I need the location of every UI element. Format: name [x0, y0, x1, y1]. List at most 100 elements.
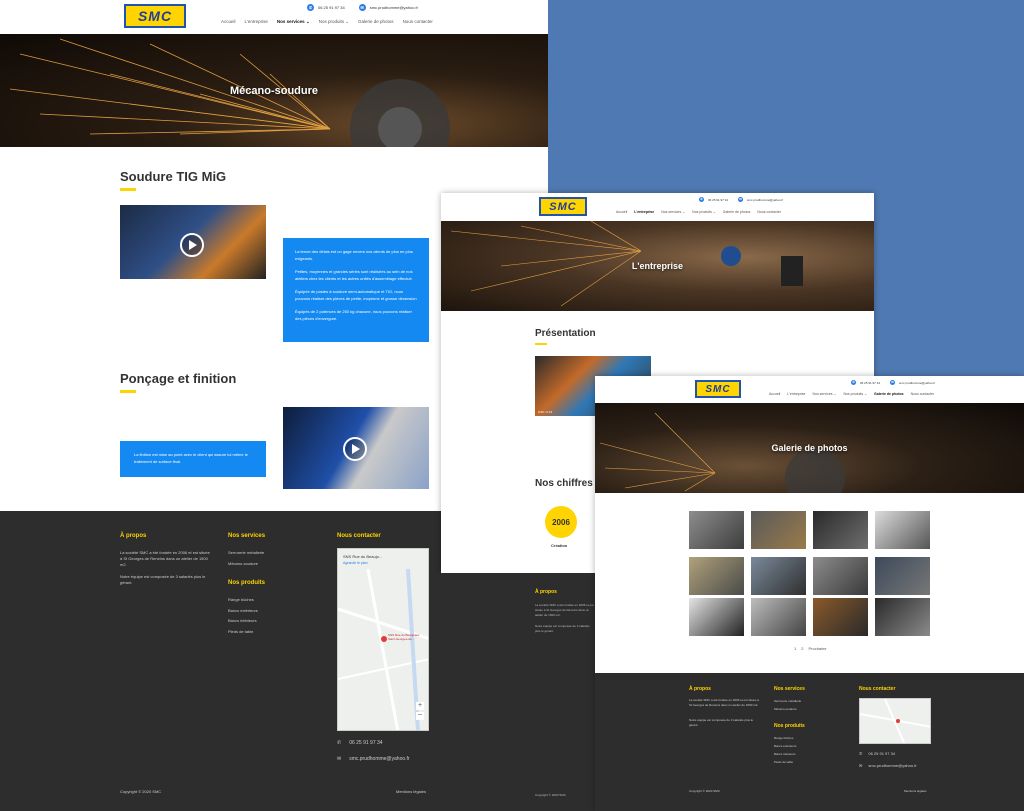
map-zoom-out[interactable]: –: [416, 711, 424, 720]
footer-map[interactable]: SNS Rue du Beaujo... Agrandir le plan SN…: [337, 548, 429, 731]
nav-products[interactable]: Nos produits ⌄: [319, 19, 349, 25]
site-logo[interactable]: SMC: [695, 380, 741, 398]
nav-gallery[interactable]: Galerie de photos: [874, 392, 904, 396]
footer-product-item[interactable]: Bancs intérieurs: [774, 752, 796, 756]
footer-product-item[interactable]: Pieds de table: [228, 629, 253, 634]
header-email[interactable]: smc.prudhomme@yahoo.fr: [370, 5, 418, 10]
footer-service-item[interactable]: Serrurerie métallerie: [228, 550, 264, 555]
footer-legal-link[interactable]: Mentions légales: [396, 789, 426, 794]
gallery-photo[interactable]: [813, 557, 868, 595]
nav-company[interactable]: L'entreprise: [787, 392, 805, 396]
nav-company[interactable]: L'entreprise: [634, 210, 654, 214]
title-underline: [120, 188, 136, 191]
nav-products[interactable]: Nos produits ⌄: [843, 392, 867, 396]
nav-home[interactable]: Accueil: [769, 392, 780, 396]
video-welding[interactable]: [120, 205, 266, 279]
mail-icon: ✉: [890, 380, 896, 385]
site-footer: À propos La société SMC a été fondée en …: [595, 673, 1024, 811]
gallery-photo[interactable]: [751, 511, 806, 549]
header-phone[interactable]: 06 25 91 97 34: [318, 5, 345, 10]
page-galerie: SMC ✆ 06 25 91 97 34 ✉ smc.prudhomme@yahoo…: [595, 376, 1024, 811]
footer-copyright: Copyright © 2020 SMC: [535, 793, 566, 797]
figure-value: 2006: [552, 517, 570, 527]
footer-team-text: Notre équipe est composée de 3 salariés …: [689, 718, 754, 727]
gallery-photo[interactable]: [875, 557, 930, 595]
site-logo[interactable]: SMC: [124, 4, 186, 28]
next-page-link[interactable]: Prochaine: [808, 646, 826, 651]
section-title-presentation: Présentation: [535, 328, 596, 339]
nav-home[interactable]: Accueil: [616, 210, 627, 214]
footer-product-item[interactable]: Bancs extérieurs: [228, 608, 258, 613]
footer-product-item[interactable]: Pieds de table: [774, 760, 793, 764]
nav-company[interactable]: L'entreprise: [245, 19, 268, 25]
footer-product-item[interactable]: Bancs intérieurs: [228, 618, 257, 623]
chevron-down-icon: ⌄: [305, 19, 310, 24]
footer-service-item[interactable]: Serrurerie métallerie: [774, 699, 801, 703]
main-nav: Accueil L'entreprise Nos services ⌄ Nos …: [769, 392, 934, 396]
gallery-photo[interactable]: [875, 598, 930, 636]
play-icon[interactable]: [180, 233, 204, 257]
nav-products[interactable]: Nos produits ⌄: [692, 210, 716, 214]
nav-gallery[interactable]: Galerie de photos: [358, 19, 394, 25]
nav-contact[interactable]: Nous contacter: [911, 392, 935, 396]
video-time: 0:00 / 0:13: [538, 410, 553, 414]
nav-services[interactable]: Nos services ⌄: [661, 210, 685, 214]
footer-product-item[interactable]: Range bûches: [774, 736, 793, 740]
gallery-photo[interactable]: [751, 557, 806, 595]
gallery-photo[interactable]: [689, 557, 744, 595]
gallery-photo[interactable]: [689, 511, 744, 549]
hero-title: Mécano-soudure: [229, 84, 318, 97]
logo-text: SMC: [137, 8, 173, 24]
footer-service-item[interactable]: Mécano-soudure: [774, 707, 797, 711]
footer-email[interactable]: ✉ smc.prudhomme@yahoo.fr: [337, 756, 410, 762]
footer-product-item[interactable]: Range bûches: [228, 597, 254, 602]
footer-phone[interactable]: ✆ 06 25 91 97 34: [337, 740, 383, 746]
section-title-finishing: Ponçage et finition: [120, 371, 237, 386]
footer-email[interactable]: ✉ smc.prudhomme@yahoo.fr: [859, 763, 917, 768]
footer-about-title: À propos: [535, 589, 557, 595]
map-enlarge-link[interactable]: Agrandir le plan: [343, 561, 368, 565]
gallery-photo[interactable]: [751, 598, 806, 636]
nav-contact[interactable]: Nous contacter: [403, 19, 433, 25]
page-link[interactable]: 2: [801, 646, 803, 651]
gallery-photo[interactable]: [813, 598, 868, 636]
footer-about-text: La société SMC a été fondée en 2006 et e…: [535, 603, 594, 617]
figure-circle: 2006: [545, 506, 577, 538]
footer-product-item[interactable]: Bancs extérieurs: [774, 744, 796, 748]
footer-legal-link[interactable]: Mentions légales: [904, 789, 927, 793]
phone-icon: ✆: [337, 740, 342, 746]
page-link[interactable]: 1: [794, 646, 796, 651]
nav-home[interactable]: Accueil: [221, 19, 236, 25]
nav-services[interactable]: Nos services ⌄: [277, 19, 310, 25]
mail-icon: ✉: [358, 4, 366, 11]
footer-map[interactable]: [859, 698, 931, 744]
header-contact: ✆ 06 25 91 97 34 ✉ smc.prudhomme@yahoo.fr: [699, 197, 784, 202]
section-title-welding: Soudure TIG MiG: [120, 169, 227, 184]
footer-contact-title: Nous contacter: [337, 533, 381, 539]
footer-about-text: La société SMC a été fondée en 2006 et e…: [689, 698, 759, 707]
finishing-description: La finition est mise au point avec le cl…: [120, 441, 266, 477]
site-logo[interactable]: SMC: [539, 197, 587, 216]
nav-services[interactable]: Nos services ⌄: [812, 392, 836, 396]
footer-service-item[interactable]: Mécano-soudure: [228, 561, 258, 566]
site-header: SMC ✆ 06 25 91 97 34 ✉ smc.prudhomme@yahoo…: [595, 376, 1024, 403]
map-zoom-in[interactable]: +: [416, 702, 424, 710]
hero-banner: L'entreprise: [441, 221, 874, 311]
nav-gallery[interactable]: Galerie de photos: [723, 210, 751, 214]
hero-banner: Galerie de photos: [595, 403, 1024, 493]
gallery-photo[interactable]: [813, 511, 868, 549]
gallery-photo[interactable]: [875, 511, 930, 549]
gallery-photo[interactable]: [689, 598, 744, 636]
mail-icon: ✉: [337, 756, 342, 762]
site-header: SMC ✆ 06 25 91 97 34 ✉ smc.prudhomme@yahoo…: [441, 193, 874, 221]
footer-copyright: Copyright © 2020 SMC: [689, 789, 720, 793]
chevron-down-icon: ⌄: [833, 392, 837, 396]
video-finishing[interactable]: [283, 407, 429, 489]
footer-services-title: Nos services: [228, 533, 266, 539]
mail-icon: ✉: [738, 197, 744, 202]
footer-about-title: À propos: [120, 533, 147, 539]
play-icon[interactable]: [343, 437, 367, 461]
title-underline: [120, 390, 136, 393]
footer-phone[interactable]: ✆ 06 25 91 97 34: [859, 751, 895, 756]
nav-contact[interactable]: Nous contacter: [757, 210, 781, 214]
